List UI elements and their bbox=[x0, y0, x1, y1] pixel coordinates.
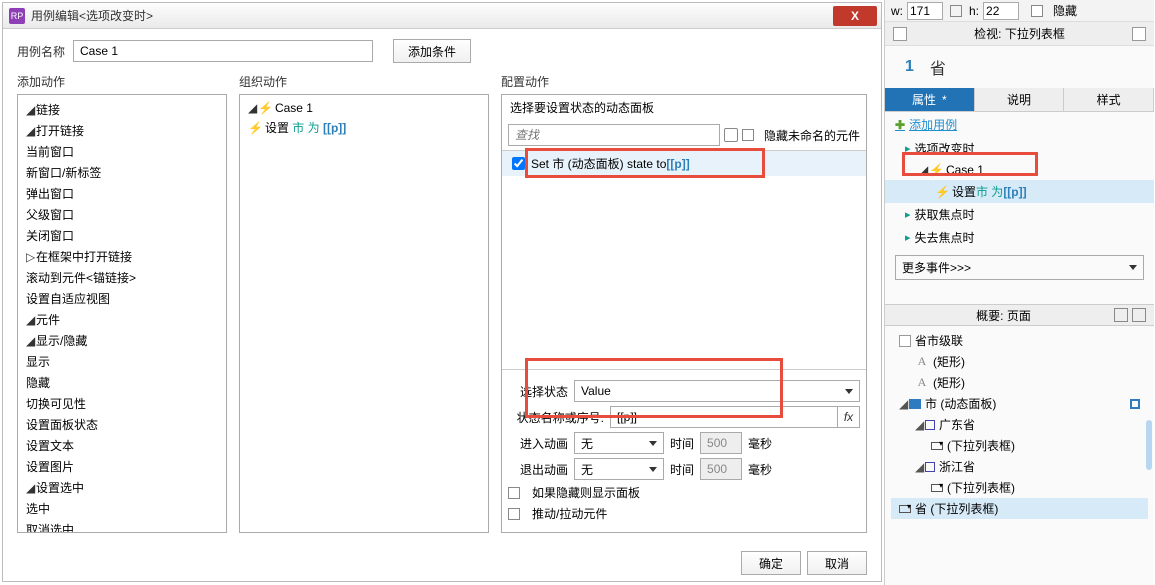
lightning-icon: ⚡ bbox=[258, 101, 273, 115]
add-case-link[interactable]: ✚添加用例 bbox=[885, 112, 1154, 137]
notes-icon[interactable] bbox=[1132, 27, 1146, 41]
inspector-panel: w: h: 隐藏 检视: 下拉列表框 1 省 属性* 说明 样式 ✚添加用例 ▸… bbox=[884, 0, 1154, 585]
inspect-title: 检视: 下拉列表框 bbox=[913, 25, 1126, 42]
outline-root[interactable]: 省市级联 bbox=[891, 330, 1148, 351]
outline-sheng-selected[interactable]: 省 (下拉列表框) bbox=[891, 498, 1148, 519]
case-1[interactable]: ◢⚡Case 1 bbox=[885, 160, 1154, 180]
push-pull-checkbox[interactable] bbox=[508, 508, 520, 520]
outline-state-zj[interactable]: ◢浙江省 bbox=[891, 456, 1148, 477]
event-blur[interactable]: ▸失去焦点时 bbox=[885, 226, 1154, 249]
droplist-icon bbox=[931, 442, 943, 450]
app-icon: RP bbox=[9, 8, 25, 24]
state-name-input[interactable] bbox=[610, 406, 838, 428]
state-icon bbox=[925, 420, 935, 430]
select-panel-label: 选择要设置状态的动态面板 bbox=[502, 95, 866, 120]
droplist-icon bbox=[899, 505, 911, 513]
event-arrow-icon: ▸ bbox=[905, 208, 911, 221]
anim-out-select[interactable]: 无 bbox=[574, 458, 664, 480]
event-arrow-icon: ▸ bbox=[905, 231, 911, 244]
outline-rect[interactable]: A(矩形) bbox=[891, 351, 1148, 372]
state-icon bbox=[925, 462, 935, 472]
lightning-icon: ⚡ bbox=[248, 121, 263, 135]
hidden-checkbox[interactable] bbox=[1031, 5, 1043, 17]
panel-toggle-icon[interactable] bbox=[893, 27, 907, 41]
page-icon bbox=[899, 335, 911, 347]
width-input[interactable] bbox=[907, 2, 943, 20]
droplist-icon bbox=[931, 484, 943, 492]
hide-unnamed-checkbox[interactable] bbox=[742, 129, 754, 141]
lightning-icon: ⚡ bbox=[929, 163, 944, 177]
inspector-tabs: 属性* 说明 样式 bbox=[885, 88, 1154, 112]
edit-icon[interactable] bbox=[1130, 399, 1140, 409]
close-button[interactable]: X bbox=[833, 6, 877, 26]
anim-in-select[interactable]: 无 bbox=[574, 432, 664, 454]
event-option-changed[interactable]: ▸选项改变时 bbox=[885, 137, 1154, 160]
outline-dynpanel[interactable]: ◢市 (动态面板) bbox=[891, 393, 1148, 414]
search-clear-icon[interactable] bbox=[724, 128, 738, 142]
dialog-title: 用例编辑<选项改变时> bbox=[31, 7, 833, 24]
case-editor-dialog: RP 用例编辑<选项改变时> X 用例名称 添加条件 添加动作 ◢链接 ◢打开链… bbox=[2, 2, 882, 582]
select-state-label: 选择状态 bbox=[508, 383, 568, 400]
outline-droplist[interactable]: (下拉列表框) bbox=[891, 435, 1148, 456]
search-input[interactable] bbox=[508, 124, 720, 146]
state-name-label: 状态名称或序号: bbox=[508, 409, 604, 426]
add-condition-button[interactable]: 添加条件 bbox=[393, 39, 471, 63]
sort-icon[interactable] bbox=[1132, 308, 1146, 322]
set-state-checkbox[interactable] bbox=[512, 157, 525, 170]
filter-icon[interactable] bbox=[1114, 308, 1128, 322]
scrollbar-thumb[interactable] bbox=[1146, 420, 1152, 470]
outline-tree: 省市级联 A(矩形) A(矩形) ◢市 (动态面板) ◢广东省 (下拉列表框) … bbox=[885, 326, 1154, 523]
dynamic-panel-icon bbox=[909, 399, 921, 409]
set-state-item[interactable]: Set 市 (动态面板) state to [[p]] bbox=[502, 151, 866, 176]
titlebar: RP 用例编辑<选项改变时> X bbox=[3, 3, 881, 29]
shape-icon: A bbox=[915, 375, 929, 390]
case-name-label: 用例名称 bbox=[17, 43, 65, 60]
anim-in-time bbox=[700, 432, 742, 454]
configure-pane: 选择要设置状态的动态面板 隐藏未命名的元件 Set 市 (动态面板) state… bbox=[501, 94, 867, 533]
lightning-icon: ⚡ bbox=[935, 185, 950, 199]
state-select[interactable]: Value bbox=[574, 380, 860, 402]
organize-pane: ◢⚡Case 1 ⚡设置 市 为 [[p]] bbox=[239, 94, 489, 533]
fx-button[interactable]: fx bbox=[838, 406, 860, 428]
anim-out-time bbox=[700, 458, 742, 480]
widget-name[interactable]: 省 bbox=[930, 55, 946, 79]
cancel-button[interactable]: 取消 bbox=[807, 551, 867, 575]
event-arrow-icon: ▸ bbox=[905, 142, 911, 155]
ok-button[interactable]: 确定 bbox=[741, 551, 801, 575]
height-input[interactable] bbox=[983, 2, 1019, 20]
case-action[interactable]: ⚡设置 市 为 [[p]] bbox=[885, 180, 1154, 203]
outline-state-gd[interactable]: ◢广东省 bbox=[891, 414, 1148, 435]
outline-title: 概要: 页面 bbox=[893, 307, 1114, 324]
lock-aspect-icon[interactable] bbox=[950, 5, 962, 17]
event-focus[interactable]: ▸获取焦点时 bbox=[885, 203, 1154, 226]
shape-icon: A bbox=[915, 354, 929, 369]
col1-title: 添加动作 bbox=[17, 73, 227, 90]
more-events[interactable]: 更多事件>>> bbox=[895, 255, 1144, 280]
tab-style[interactable]: 样式 bbox=[1064, 88, 1154, 111]
col3-title: 配置动作 bbox=[501, 73, 867, 90]
actions-tree[interactable]: ◢链接 ◢打开链接 当前窗口 新窗口/新标签 弹出窗口 父级窗口 关闭窗口 ▷在… bbox=[17, 94, 227, 533]
plus-icon: ✚ bbox=[895, 118, 905, 132]
outline-rect[interactable]: A(矩形) bbox=[891, 372, 1148, 393]
col2-title: 组织动作 bbox=[239, 73, 489, 90]
outline-droplist[interactable]: (下拉列表框) bbox=[891, 477, 1148, 498]
tab-properties[interactable]: 属性* bbox=[885, 88, 975, 111]
case-name-input[interactable] bbox=[73, 40, 373, 62]
widget-index: 1 bbox=[905, 58, 914, 76]
show-if-hidden-checkbox[interactable] bbox=[508, 487, 520, 499]
tab-notes[interactable]: 说明 bbox=[975, 88, 1065, 111]
